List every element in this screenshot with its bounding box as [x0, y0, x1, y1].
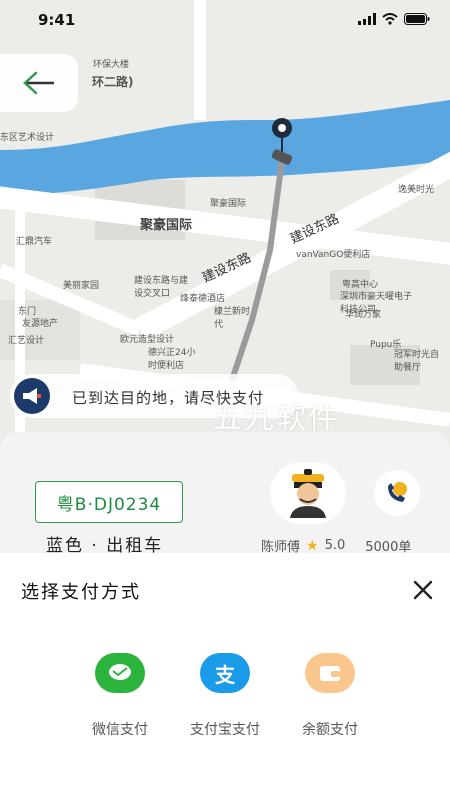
map-label: 聚豪国际: [210, 199, 247, 209]
map-label: 欧元造型设计: [120, 335, 175, 345]
wifi-icon: [382, 13, 398, 25]
back-arrow-icon: [23, 71, 54, 95]
map-label: 美丽家园: [63, 281, 100, 291]
wallet-icon: [305, 653, 355, 693]
map-label: 烽泰德酒店: [180, 294, 226, 304]
wechat-pay-icon: [95, 653, 145, 693]
map-label: 棣兰新时代: [214, 307, 251, 330]
star-icon: ★: [306, 537, 319, 554]
balance-pay-label: 余额支付: [302, 722, 358, 738]
map-label: 友源地产: [22, 319, 59, 329]
license-plate: 粤B·DJ0234: [35, 481, 183, 523]
phone-icon: [388, 482, 407, 502]
balance-pay-option[interactable]: 余额支付: [275, 653, 385, 739]
alipay-icon: 支: [200, 653, 250, 693]
alipay-label: 支付宝支付: [190, 722, 260, 738]
close-icon[interactable]: [410, 577, 436, 603]
wechat-pay-option[interactable]: 微信支付: [65, 653, 175, 739]
driver-avatar: [270, 462, 346, 524]
map-label: 东区艺术设计: [0, 133, 55, 143]
megaphone-icon: [14, 378, 50, 414]
map-label: 逸美时光: [398, 185, 435, 195]
map-label: 聚豪国际: [140, 218, 193, 233]
signal-icon: [358, 13, 376, 25]
map-label: 华润万家: [345, 310, 382, 320]
payment-sheet: 选择支付方式 微信支付 支 支付宝支付 余额支付: [0, 553, 450, 800]
watermark: 五九软件: [212, 401, 340, 436]
back-button[interactable]: [0, 54, 78, 112]
map-label: 环二路): [92, 75, 134, 89]
driver-avatar-icon: [290, 469, 326, 518]
battery-icon: [404, 13, 430, 25]
wechat-pay-label: 微信支付: [92, 722, 148, 738]
map-label: 德兴正24小时便利店: [148, 348, 196, 371]
sheet-title: 选择支付方式: [21, 582, 141, 603]
driver-rating: 5.0: [324, 538, 346, 553]
status-time: 9:41: [38, 11, 76, 29]
driver-card: 粤B·DJ0234 蓝色 · 出租车 陈师傅 ★ 5.0 5000单: [0, 432, 450, 572]
map-label: 环保大楼: [93, 60, 130, 70]
call-driver-button[interactable]: [374, 470, 420, 516]
map-label: vanVanGO便利店: [296, 250, 371, 260]
map-label: 汇艺设计: [8, 336, 45, 346]
alipay-option[interactable]: 支 支付宝支付: [170, 653, 280, 739]
status-bar: 9:41: [0, 0, 450, 40]
map-label: 冠军时光自助餐厅: [394, 350, 440, 373]
map-label: 汇鼎汽车: [16, 237, 53, 247]
status-icons: [358, 13, 430, 25]
